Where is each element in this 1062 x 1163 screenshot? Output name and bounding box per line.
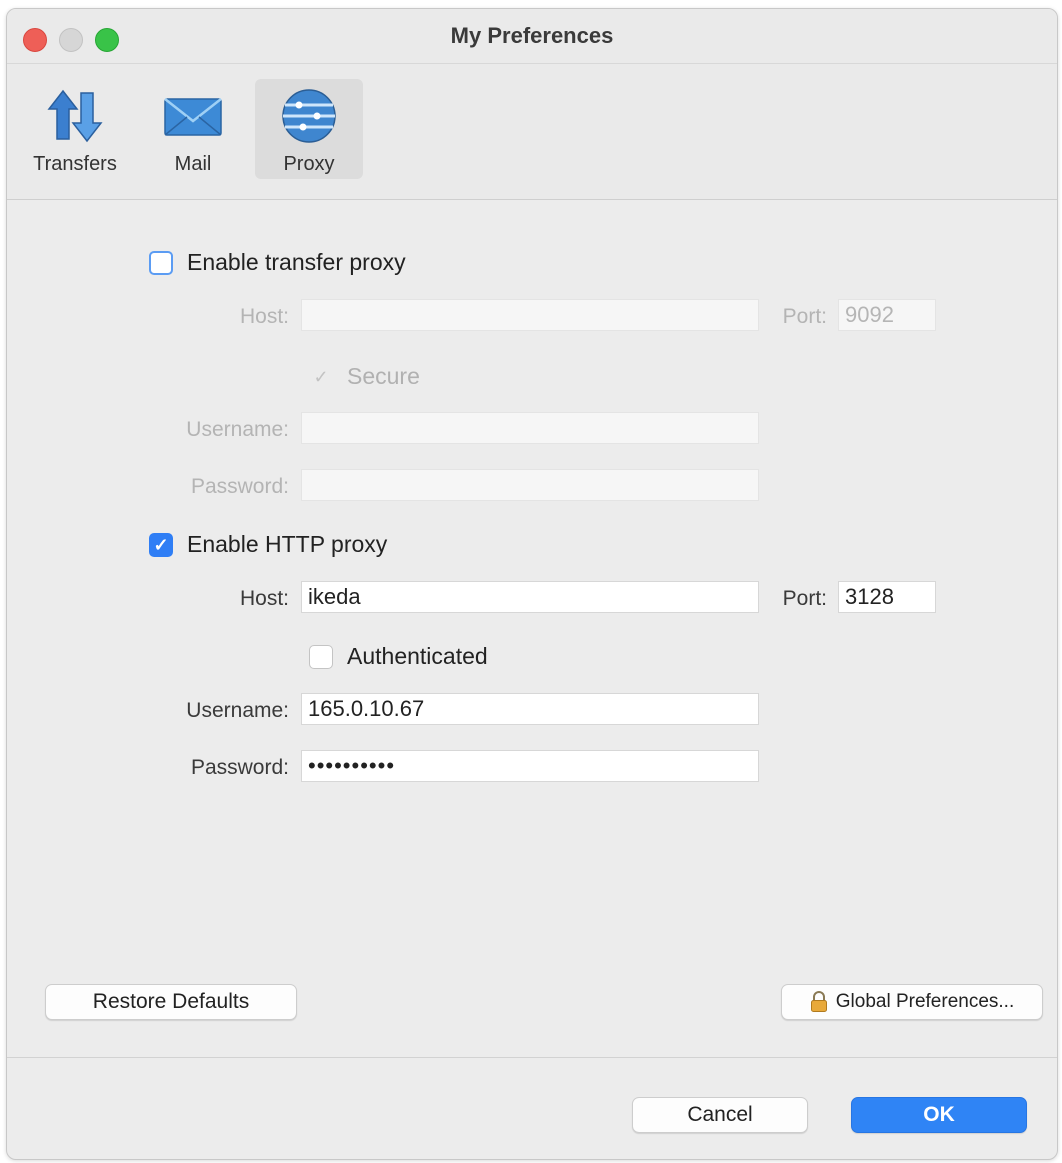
ok-button[interactable]: OK bbox=[851, 1097, 1027, 1133]
http-username-label: Username: bbox=[186, 699, 289, 722]
toolbar-item-proxy[interactable]: Proxy bbox=[255, 79, 363, 179]
transfer-password-field[interactable] bbox=[301, 469, 759, 501]
http-username-field[interactable] bbox=[301, 693, 759, 725]
preferences-window: My Preferences Transfers Mail Proxy Enab… bbox=[6, 8, 1058, 1160]
mail-icon bbox=[164, 98, 222, 136]
secure-row[interactable]: ✓ Secure bbox=[309, 363, 420, 390]
http-port-field[interactable] bbox=[838, 581, 936, 613]
toolbar-item-label: Proxy bbox=[283, 153, 335, 175]
toolbar-item-label: Mail bbox=[174, 153, 212, 175]
enable-http-proxy-label: Enable HTTP proxy bbox=[187, 531, 388, 557]
global-preferences-label: Global Preferences... bbox=[835, 991, 1015, 1012]
toolbar-item-mail[interactable]: Mail bbox=[139, 79, 247, 179]
toolbar-item-transfers[interactable]: Transfers bbox=[21, 79, 129, 179]
transfers-icon bbox=[47, 89, 103, 143]
enable-transfer-proxy-row[interactable]: Enable transfer proxy bbox=[149, 249, 406, 276]
http-host-field[interactable] bbox=[301, 581, 759, 613]
transfer-host-label: Host: bbox=[239, 305, 289, 328]
enable-transfer-proxy-checkbox[interactable] bbox=[149, 250, 173, 275]
global-preferences-button[interactable]: Global Preferences... bbox=[781, 984, 1043, 1020]
transfer-port-label: Port: bbox=[782, 305, 827, 328]
restore-defaults-label: Restore Defaults bbox=[92, 990, 250, 1013]
transfer-username-field[interactable] bbox=[301, 412, 759, 444]
enable-transfer-proxy-label: Enable transfer proxy bbox=[187, 249, 406, 275]
title-divider bbox=[7, 63, 1057, 64]
authenticated-label: Authenticated bbox=[347, 643, 488, 669]
toolbar-item-label: Transfers bbox=[33, 153, 117, 175]
window-title: My Preferences bbox=[450, 23, 614, 48]
http-port-label: Port: bbox=[782, 587, 827, 610]
ok-label: OK bbox=[923, 1103, 955, 1126]
transfer-host-field[interactable] bbox=[301, 299, 759, 331]
cancel-label: Cancel bbox=[687, 1103, 753, 1126]
http-password-field[interactable] bbox=[301, 750, 759, 782]
transfer-username-label: Username: bbox=[186, 418, 289, 441]
transfer-password-label: Password: bbox=[190, 475, 289, 498]
enable-http-proxy-checkbox[interactable]: ✓ bbox=[149, 532, 173, 557]
restore-defaults-button[interactable]: Restore Defaults bbox=[45, 984, 297, 1020]
cancel-button[interactable]: Cancel bbox=[632, 1097, 808, 1133]
transfer-port-field[interactable] bbox=[838, 299, 936, 331]
proxy-icon bbox=[282, 89, 336, 143]
lock-icon bbox=[810, 991, 827, 1012]
secure-label: Secure bbox=[347, 363, 420, 389]
http-host-label: Host: bbox=[239, 587, 289, 610]
http-password-label: Password: bbox=[190, 756, 289, 779]
title-bar: My Preferences Transfers Mail Proxy bbox=[7, 9, 1057, 200]
authenticated-checkbox[interactable] bbox=[309, 644, 333, 669]
secure-checkbox[interactable]: ✓ bbox=[309, 365, 333, 389]
authenticated-row[interactable]: Authenticated bbox=[309, 643, 488, 670]
enable-http-proxy-row[interactable]: ✓ Enable HTTP proxy bbox=[149, 531, 387, 558]
footer-divider bbox=[7, 1057, 1057, 1058]
